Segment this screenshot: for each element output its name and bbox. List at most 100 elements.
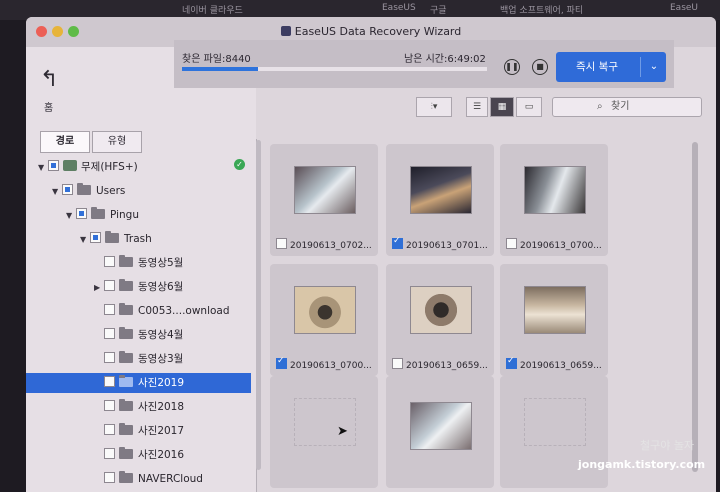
grid-view-button[interactable]: ▦ bbox=[490, 97, 514, 117]
preview-view-icon: ▭ bbox=[524, 102, 534, 112]
checkbox[interactable] bbox=[104, 352, 115, 363]
tree-node-folder[interactable]: 동영상4월 bbox=[94, 325, 183, 345]
remaining-time: 남은 시간:6:49:02 bbox=[404, 54, 486, 65]
folder-icon bbox=[119, 279, 133, 291]
file-card[interactable] bbox=[500, 376, 608, 488]
checkbox[interactable] bbox=[104, 280, 115, 291]
tree-node-trash[interactable]: ▼ Trash bbox=[80, 229, 152, 249]
back-arrow-icon[interactable]: ↰ bbox=[40, 67, 58, 92]
drive-icon bbox=[63, 160, 77, 171]
filter-button[interactable]: ⫶▾ bbox=[416, 97, 452, 117]
browser-tab[interactable]: 구글 bbox=[430, 3, 447, 17]
checkbox[interactable] bbox=[104, 376, 115, 387]
view-toolbar: ⫶▾ ☰ ▦ ▭ ⌕ 찾기 bbox=[230, 88, 702, 122]
file-checkbox[interactable] bbox=[392, 358, 403, 369]
thumbnail-image bbox=[524, 286, 586, 334]
checkbox[interactable] bbox=[104, 448, 115, 459]
browser-tab[interactable]: 백업 소프트웨어, 파티 bbox=[500, 3, 583, 17]
folder-icon bbox=[119, 375, 133, 387]
grid-view-icon: ▦ bbox=[497, 102, 507, 112]
app-logo-icon bbox=[280, 26, 291, 36]
file-name: 20190613_0702... bbox=[276, 238, 372, 251]
folder-icon bbox=[119, 303, 133, 315]
folder-icon bbox=[119, 351, 133, 363]
tab-type[interactable]: 유형 bbox=[92, 131, 142, 153]
file-card[interactable]: 20190613_0700... bbox=[500, 144, 608, 256]
tree-node-folder[interactable]: ▶ 동영상6월 bbox=[94, 277, 183, 297]
thumbnail-image bbox=[410, 166, 472, 214]
file-checkbox[interactable] bbox=[392, 236, 403, 249]
tree-node-folder[interactable]: NAVERCloud bbox=[94, 469, 203, 489]
recover-button[interactable]: 즉시 복구 ⌄ bbox=[556, 52, 666, 82]
expand-arrow-icon[interactable]: ▼ bbox=[52, 182, 62, 202]
folder-icon bbox=[119, 471, 133, 483]
checkbox[interactable] bbox=[104, 472, 115, 483]
tree-node-folder[interactable]: 동영상5월 bbox=[94, 253, 183, 273]
browser-tab[interactable]: EaseU bbox=[670, 3, 698, 17]
checkbox[interactable] bbox=[104, 424, 115, 435]
checkbox[interactable] bbox=[76, 208, 87, 219]
file-checkbox[interactable] bbox=[276, 356, 287, 369]
file-card[interactable]: 20190613_0702... bbox=[270, 144, 378, 256]
tree-node-folder[interactable]: 사진2016 bbox=[94, 445, 184, 465]
file-card[interactable]: 20190613_0659... bbox=[386, 264, 494, 376]
file-name: 20190613_0700... bbox=[506, 238, 602, 251]
file-card[interactable] bbox=[270, 376, 378, 488]
stop-button[interactable]: ■ bbox=[532, 59, 548, 75]
scan-status-bar: 찾은 파일:8440 남은 시간:6:49:02 ❚❚ ■ 즉시 복구 ⌄ bbox=[174, 40, 674, 88]
folder-icon bbox=[91, 207, 105, 219]
browser-tab[interactable]: 네이버 클라우드 bbox=[182, 3, 243, 17]
file-card[interactable]: 20190613_0659... bbox=[500, 264, 608, 376]
thumbnail-image bbox=[410, 286, 472, 334]
search-placeholder: 찾기 bbox=[611, 101, 630, 112]
file-name: 20190613_0659... bbox=[392, 358, 488, 371]
tree-node-folder[interactable]: 사진2018 bbox=[94, 397, 184, 417]
checkbox[interactable] bbox=[104, 328, 115, 339]
folder-icon bbox=[119, 327, 133, 339]
checkbox[interactable] bbox=[48, 160, 59, 171]
tab-path[interactable]: 경로 bbox=[40, 131, 90, 153]
checkbox[interactable] bbox=[104, 256, 115, 267]
folder-icon bbox=[119, 447, 133, 459]
expand-arrow-icon[interactable]: ▼ bbox=[80, 230, 90, 250]
folder-icon bbox=[119, 255, 133, 267]
expand-arrow-icon[interactable]: ▼ bbox=[38, 158, 48, 178]
grid-scrollbar[interactable] bbox=[692, 142, 698, 472]
preview-view-button[interactable]: ▭ bbox=[516, 97, 542, 117]
checkbox[interactable] bbox=[104, 304, 115, 315]
tree-node-volume[interactable]: ▼ 무제(HFS+) bbox=[38, 157, 138, 177]
tree-node-selected[interactable]: 사진2019 bbox=[26, 373, 251, 393]
checkbox[interactable] bbox=[104, 400, 115, 411]
file-card[interactable]: 20190613_0701... bbox=[386, 144, 494, 256]
tree-node-folder[interactable]: 동영상3월 bbox=[94, 349, 183, 369]
watermark-title: 철구야 놀자 bbox=[640, 439, 695, 452]
tree-node-folder[interactable]: 사진2017 bbox=[94, 421, 184, 441]
folder-icon bbox=[77, 183, 91, 195]
scan-progress-fill bbox=[182, 67, 259, 71]
thumbnail-image bbox=[294, 286, 356, 334]
file-checkbox[interactable] bbox=[276, 238, 287, 249]
list-view-button[interactable]: ☰ bbox=[466, 97, 488, 117]
file-card[interactable]: 20190613_0700... bbox=[270, 264, 378, 376]
expand-arrow-icon[interactable]: ▼ bbox=[66, 206, 76, 226]
file-card[interactable] bbox=[386, 376, 494, 488]
checkbox[interactable] bbox=[62, 184, 73, 195]
pause-button[interactable]: ❚❚ bbox=[504, 59, 520, 75]
checkbox[interactable] bbox=[90, 232, 101, 243]
thumbnail-placeholder bbox=[524, 398, 586, 446]
tree-node-pingu[interactable]: ▼ Pingu bbox=[66, 205, 139, 225]
search-icon: ⌕ bbox=[597, 101, 603, 112]
recover-label: 즉시 복구 bbox=[576, 61, 618, 73]
chevron-down-icon[interactable]: ⌄ bbox=[644, 52, 664, 82]
tree-node-users[interactable]: ▼ Users bbox=[52, 181, 125, 201]
browser-tab[interactable]: EaseUS bbox=[382, 3, 416, 17]
thumbnail-image bbox=[524, 166, 586, 214]
tree-node-folder[interactable]: C0053....ownload bbox=[94, 301, 230, 321]
folder-icon bbox=[105, 231, 119, 243]
search-input[interactable]: ⌕ 찾기 bbox=[552, 97, 702, 117]
home-label[interactable]: 홈 bbox=[44, 99, 53, 114]
file-checkbox[interactable] bbox=[506, 238, 517, 249]
watermark-url: jongamk.tistory.com bbox=[578, 458, 706, 471]
file-checkbox[interactable] bbox=[506, 356, 517, 369]
collapse-arrow-icon[interactable]: ▶ bbox=[94, 278, 104, 298]
